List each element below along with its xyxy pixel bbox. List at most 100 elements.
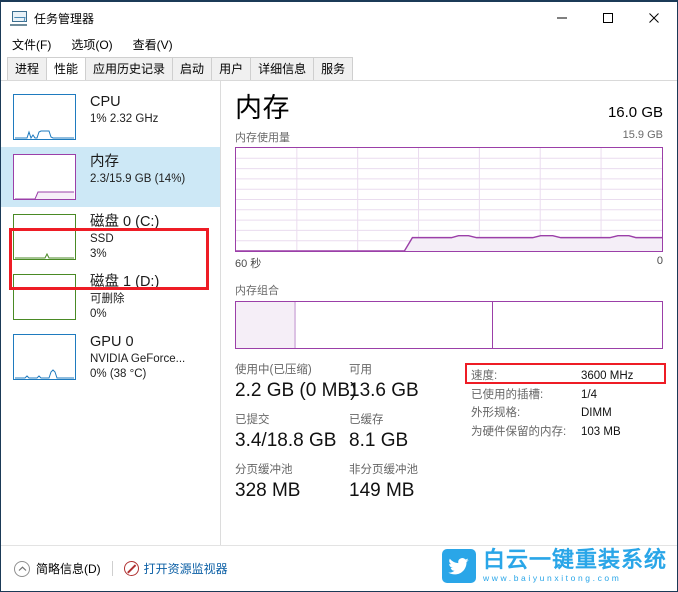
detail-row-slots-used: 已使用的插槽: 1/4: [471, 386, 663, 405]
watermark-text: 白云一键重装系统 www.baiyunxitong.com: [483, 549, 667, 583]
stat-label: 可用: [349, 364, 372, 376]
stat-value: 3.4/18.8 GB: [235, 430, 337, 451]
twitter-bird-icon: [441, 549, 476, 583]
sidebar-gpu0-text: GPU 0 NVIDIA GeForce... 0% (38 °C): [90, 333, 185, 382]
maximize-button[interactable]: [585, 2, 631, 34]
stat-row: 使用中(已压缩) 2.2 GB (0 MB) 可用 13.6 GB: [235, 363, 463, 403]
stat-in-use: 使用中(已压缩) 2.2 GB (0 MB): [235, 363, 357, 403]
disk0-thumbnail-graph: [13, 214, 76, 260]
stat-row: 分页缓冲池 328 MB 非分页缓冲池 149 MB: [235, 463, 463, 503]
sidebar-disk0-text: 磁盘 0 (C:) SSD 3%: [90, 213, 159, 262]
resource-monitor-icon: [123, 561, 139, 576]
tab-startup[interactable]: 启动: [172, 57, 213, 80]
memory-composition-label: 内存组合: [235, 285, 279, 297]
stat-committed: 已提交 3.4/18.8 GB: [235, 413, 349, 453]
task-manager-icon: [10, 10, 27, 26]
window-controls: [539, 2, 677, 34]
open-resource-monitor-link[interactable]: 打开资源监视器: [123, 560, 228, 577]
sidebar-item-label: CPU: [90, 94, 121, 110]
detail-value: 3600 MHz: [581, 370, 634, 382]
stat-value: 8.1 GB: [349, 430, 409, 451]
stat-label: 已缓存: [349, 414, 384, 426]
menu-item-options[interactable]: 选项(O): [67, 34, 121, 56]
sidebar-item-sub2: 0% (38 °C): [90, 368, 147, 380]
sidebar-memory-text: 内存 2.3/15.9 GB (14%): [90, 153, 185, 187]
detail-label: 为硬件保留的内存:: [471, 425, 567, 438]
stat-nonpaged-pool: 非分页缓冲池 149 MB: [349, 463, 463, 503]
detail-label: 外形规格:: [471, 407, 521, 419]
graph-time-axis: 60 秒 0: [235, 255, 663, 271]
detail-value: 1/4: [581, 388, 597, 401]
tab-processes[interactable]: 进程: [7, 57, 48, 80]
sidebar-item-sub: SSD: [90, 233, 114, 245]
watermark-brand: 白云一键重装系统: [482, 547, 667, 573]
graph-title: 内存使用量: [235, 132, 290, 144]
watermark: 白云一键重装系统 www.baiyunxitong.com: [441, 549, 667, 583]
stat-available: 可用 13.6 GB: [349, 363, 463, 403]
sidebar-item-memory[interactable]: 内存 2.3/15.9 GB (14%): [1, 147, 220, 207]
sidebar-item-label: 内存: [90, 154, 119, 170]
open-resource-monitor-label: 打开资源监视器: [143, 562, 228, 576]
menu-item-view[interactable]: 查看(V): [129, 34, 182, 56]
tab-details[interactable]: 详细信息: [250, 57, 315, 80]
memory-panel: 内存 16.0 GB 内存使用量 15.9 GB 60 秒 0 内存组合 使用中…: [221, 81, 677, 588]
memory-composition-bar[interactable]: [235, 301, 663, 349]
sidebar-item-label: GPU 0: [90, 334, 134, 350]
memory-details: 速度: 3600 MHz 已使用的插槽: 1/4 外形规格: DIMM 为硬件保…: [463, 363, 666, 513]
tab-services[interactable]: 服务: [313, 57, 354, 80]
sidebar-item-sub2: 0%: [90, 308, 107, 320]
menu-item-file[interactable]: 文件(F): [8, 34, 60, 56]
tab-app-history[interactable]: 应用历史记录: [85, 57, 174, 80]
window-title: 任务管理器: [34, 11, 95, 26]
panel-header: 内存 16.0 GB: [235, 91, 663, 125]
watermark-url: www.baiyunxitong.com: [482, 573, 622, 584]
sidebar-item-sub: NVIDIA GeForce...: [90, 353, 186, 365]
memory-thumbnail-graph: [13, 154, 76, 200]
gpu0-thumbnail-graph: [13, 334, 76, 380]
sidebar-item-disk0[interactable]: 磁盘 0 (C:) SSD 3%: [1, 207, 220, 267]
sidebar-item-sub: 2.3/15.9 GB (14%): [90, 173, 186, 185]
sidebar-item-label: 磁盘 0 (C:): [90, 214, 160, 230]
detail-row-hardware-reserved: 为硬件保留的内存: 103 MB: [471, 423, 663, 442]
fewer-details-button[interactable]: 简略信息(D): [14, 560, 101, 577]
close-button[interactable]: [631, 2, 677, 34]
stat-label: 已提交: [235, 414, 270, 426]
sidebar-item-disk1[interactable]: 磁盘 1 (D:) 可删除 0%: [1, 267, 220, 327]
chevron-up-icon: [14, 560, 30, 577]
page-title: 内存: [235, 93, 290, 123]
graph-label-row: 内存使用量 15.9 GB: [235, 129, 663, 145]
detail-row-speed: 速度: 3600 MHz: [471, 367, 663, 386]
stat-cached: 已缓存 8.1 GB: [349, 413, 463, 453]
graph-time-right: 0: [656, 255, 663, 267]
sidebar-item-cpu[interactable]: CPU 1% 2.32 GHz: [1, 87, 220, 147]
cpu-thumbnail-graph: [13, 94, 76, 140]
sidebar-item-label: 磁盘 1 (D:): [90, 274, 160, 290]
minimize-button[interactable]: [539, 2, 585, 34]
composition-divider: [491, 302, 493, 348]
graph-max-value: 15.9 GB: [622, 129, 663, 141]
content-area: CPU 1% 2.32 GHz 内存 2.3/15.9 GB (14%) 磁盘 …: [1, 81, 677, 588]
resource-sidebar: CPU 1% 2.32 GHz 内存 2.3/15.9 GB (14%) 磁盘 …: [1, 81, 221, 588]
menu-bar: 文件(F) 选项(O) 查看(V): [1, 34, 677, 56]
task-manager-window: 任务管理器 文件(F) 选项(O) 查看(V) 进程 性能 应用历史记录 启动 …: [0, 0, 678, 592]
total-memory-value: 16.0 GB: [607, 104, 663, 121]
stat-label: 分页缓冲池: [235, 464, 293, 476]
tab-users[interactable]: 用户: [211, 57, 252, 80]
stats-area: 使用中(已压缩) 2.2 GB (0 MB) 可用 13.6 GB 已提交 3.…: [235, 363, 666, 513]
detail-value: DIMM: [581, 407, 612, 419]
title-bar: 任务管理器: [1, 2, 677, 34]
fewer-details-label: 简略信息(D): [36, 562, 101, 576]
detail-label: 已使用的插槽:: [471, 388, 544, 401]
stat-row: 已提交 3.4/18.8 GB 已缓存 8.1 GB: [235, 413, 463, 453]
sidebar-item-sub: 可删除: [90, 293, 125, 305]
sidebar-item-gpu0[interactable]: GPU 0 NVIDIA GeForce... 0% (38 °C): [1, 327, 220, 387]
memory-usage-graph: [235, 147, 663, 252]
stat-value: 13.6 GB: [349, 380, 419, 401]
disk1-thumbnail-graph: [13, 274, 76, 320]
stat-value: 328 MB: [235, 480, 301, 501]
tab-performance[interactable]: 性能: [46, 57, 87, 80]
memory-stats: 使用中(已压缩) 2.2 GB (0 MB) 可用 13.6 GB 已提交 3.…: [235, 363, 463, 513]
detail-row-form-factor: 外形规格: DIMM: [471, 404, 663, 423]
status-bar: 简略信息(D) 打开资源监视器 白云一键重装系统 www.baiyunxiton…: [1, 545, 677, 591]
stat-value: 2.2 GB (0 MB): [235, 380, 357, 401]
